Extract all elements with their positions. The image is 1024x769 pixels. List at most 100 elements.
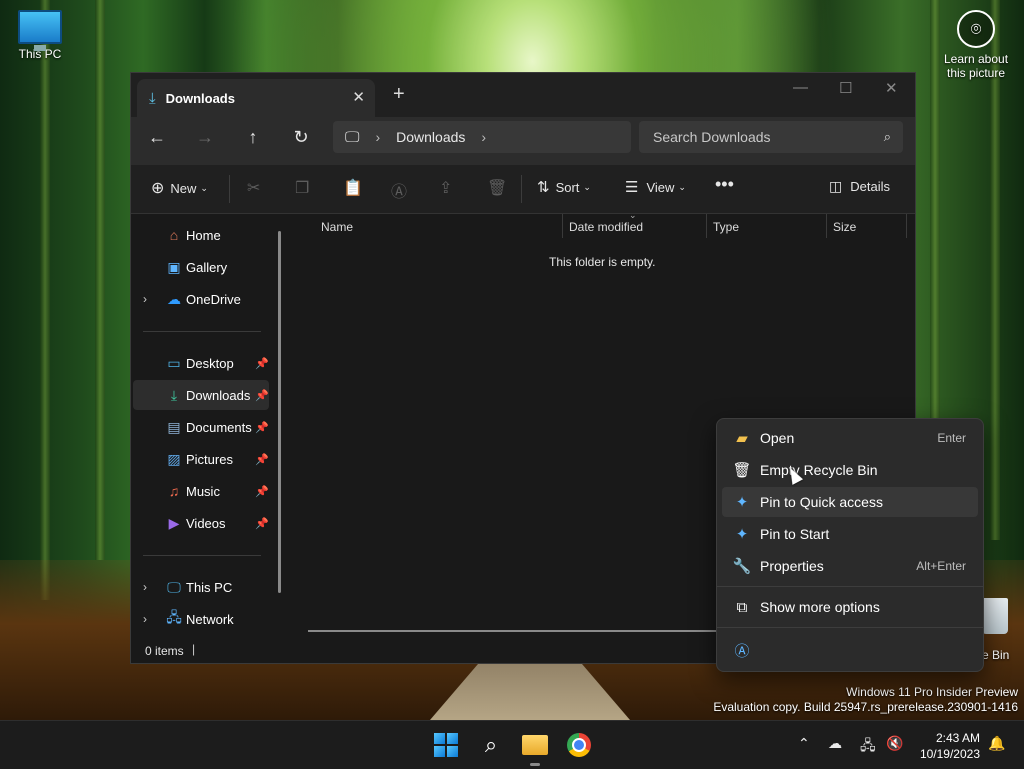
- breadcrumb-chevron-icon[interactable]: ›: [481, 129, 486, 145]
- clock[interactable]: 2:43 AM 10/19/2023: [918, 730, 980, 762]
- pin-icon[interactable]: 📌: [255, 357, 269, 370]
- back-button[interactable]: ←: [145, 127, 169, 148]
- desktop-learn-about-picture[interactable]: ⌾ Learn about this picture: [936, 10, 1016, 80]
- more-options-icon[interactable]: •••: [715, 174, 734, 195]
- start-button[interactable]: [430, 729, 462, 761]
- sidebar-item-label: Network: [186, 611, 234, 627]
- sidebar-item-this-pc[interactable]: › 🖵 This PC: [133, 572, 269, 602]
- search-button[interactable]: ⌕: [475, 729, 507, 761]
- sidebar-item-desktop[interactable]: ▭ Desktop 📌: [133, 348, 269, 378]
- menu-rename-button[interactable]: Ⓐ: [722, 635, 758, 665]
- menu-item-pin-to-start[interactable]: ✦ Pin to Start: [722, 519, 978, 549]
- copy-icon[interactable]: ❐: [295, 178, 309, 198]
- sidebar-item-downloads[interactable]: ⤓ Downloads 📌: [133, 380, 269, 410]
- navigation-bar: ← → ↑ ↻ 🖵 › Downloads › Search Downloads…: [131, 117, 915, 165]
- menu-item-label: Properties: [760, 558, 824, 574]
- chevron-right-icon[interactable]: ›: [143, 612, 147, 626]
- more-options-icon: ⧉: [736, 598, 748, 616]
- clock-date: 10/19/2023: [919, 747, 980, 761]
- sidebar-item-gallery[interactable]: ▣ Gallery: [133, 252, 269, 282]
- column-divider[interactable]: [826, 214, 827, 238]
- column-divider[interactable]: [906, 214, 907, 238]
- column-divider[interactable]: [706, 214, 707, 238]
- horizontal-scrollbar[interactable]: [308, 630, 728, 632]
- menu-item-show-more-options[interactable]: ⧉ Show more options: [722, 592, 978, 622]
- minimize-button[interactable]: —: [793, 79, 808, 96]
- volume-icon[interactable]: 🔇: [886, 735, 903, 752]
- pin-icon: ✦: [735, 494, 749, 511]
- menu-item-label: Show more options: [760, 599, 880, 615]
- file-explorer-taskbar-button[interactable]: [519, 729, 551, 761]
- sidebar-item-pictures[interactable]: ▨ Pictures 📌: [133, 444, 269, 474]
- desktop-this-pc[interactable]: This PC: [14, 10, 66, 61]
- forward-button[interactable]: →: [193, 127, 217, 148]
- divider: [143, 555, 261, 556]
- details-button[interactable]: ◫ Details: [829, 178, 890, 195]
- rename-icon[interactable]: Ⓐ: [391, 178, 407, 202]
- chevron-right-icon[interactable]: ›: [143, 580, 147, 594]
- menu-item-open[interactable]: ▰ Open Enter: [722, 423, 978, 453]
- view-button[interactable]: ☰ View ⌄: [625, 178, 686, 196]
- bamboo-stalk: [40, 0, 50, 600]
- sidebar-item-label: This PC: [186, 579, 233, 595]
- onedrive-icon[interactable]: ☁: [828, 735, 842, 752]
- sort-button[interactable]: ⇅ Sort ⌄: [537, 178, 591, 196]
- sidebar-item-label: Gallery: [186, 259, 228, 275]
- sidebar-item-music[interactable]: ♫ Music 📌: [133, 476, 269, 506]
- sidebar-item-home[interactable]: ⌂ Home: [133, 220, 269, 250]
- refresh-button[interactable]: ↻: [289, 127, 313, 148]
- menu-item-properties[interactable]: 🔧 Properties Alt+Enter: [722, 551, 978, 581]
- pin-icon[interactable]: 📌: [255, 453, 269, 466]
- chrome-icon: [567, 733, 591, 757]
- paste-icon[interactable]: 📋: [343, 178, 363, 198]
- windows-watermark: Windows 11 Pro Insider Preview Evaluatio…: [713, 685, 1018, 715]
- menu-item-pin-to-quick-access[interactable]: ✦ Pin to Quick access: [722, 487, 978, 517]
- breadcrumb-chevron-icon[interactable]: ›: [375, 129, 380, 145]
- column-header-date-modified[interactable]: Date modified: [569, 220, 643, 234]
- menu-item-shortcut: Enter: [937, 431, 966, 445]
- column-header-size[interactable]: Size: [833, 220, 856, 234]
- network-icon[interactable]: 🖧: [860, 735, 876, 759]
- sidebar-item-network[interactable]: › 🖧 Network: [133, 604, 269, 634]
- address-bar[interactable]: 🖵 › Downloads ›: [333, 121, 631, 153]
- share-icon[interactable]: ⇪: [439, 178, 452, 198]
- sidebar-item-onedrive[interactable]: › ☁ OneDrive: [133, 284, 269, 314]
- chrome-taskbar-button[interactable]: [563, 729, 595, 761]
- menu-item-label: Open: [760, 430, 795, 446]
- sidebar-item-videos[interactable]: ▶ Videos 📌: [133, 508, 269, 538]
- show-hidden-icons-chevron-icon[interactable]: ⌃: [798, 735, 810, 752]
- maximize-button[interactable]: ☐: [839, 79, 852, 97]
- column-divider[interactable]: [562, 214, 563, 238]
- item-count: 0 items: [145, 644, 184, 658]
- delete-icon[interactable]: 🗑: [487, 178, 507, 198]
- new-tab-button[interactable]: +: [393, 83, 405, 106]
- pin-icon[interactable]: 📌: [255, 421, 269, 434]
- column-header-type[interactable]: Type: [713, 220, 739, 234]
- sidebar-scrollbar[interactable]: [278, 231, 281, 593]
- close-tab-icon[interactable]: ✕: [352, 88, 365, 106]
- pictures-icon: ▨: [167, 450, 181, 467]
- search-input[interactable]: Search Downloads ⌕: [639, 121, 903, 153]
- up-button[interactable]: ↑: [241, 127, 265, 148]
- computer-icon: 🖵: [167, 578, 181, 595]
- pin-icon[interactable]: 📌: [255, 517, 269, 530]
- music-icon: ♫: [168, 483, 180, 499]
- close-window-button[interactable]: ✕: [885, 79, 898, 97]
- trash-icon: 🗑: [732, 462, 752, 479]
- search-icon: ⌕: [484, 732, 498, 757]
- tab-downloads[interactable]: ⤓ Downloads ✕: [137, 79, 375, 117]
- notification-bell-icon[interactable]: 🔔: [988, 735, 1005, 752]
- cut-icon[interactable]: ✂: [247, 178, 260, 198]
- taskbar: ⌕ ⌃ ☁ 🖧 🔇 2:43 AM 10/19/2023 🔔: [0, 720, 1024, 769]
- pin-icon[interactable]: 📌: [255, 485, 269, 498]
- sidebar-item-label: Home: [186, 227, 221, 243]
- clock-time: 2:43 AM: [935, 731, 980, 745]
- tab-title: Downloads: [165, 90, 235, 106]
- new-button[interactable]: ⊕ New ⌄: [151, 178, 208, 198]
- breadcrumb-downloads[interactable]: Downloads: [396, 129, 465, 145]
- sidebar-item-documents[interactable]: ▤ Documents 📌: [133, 412, 269, 442]
- column-header-name[interactable]: Name: [321, 220, 353, 234]
- pin-icon[interactable]: 📌: [255, 389, 269, 402]
- menu-item-empty-recycle-bin[interactable]: 🗑 Empty Recycle Bin: [722, 455, 978, 485]
- chevron-right-icon[interactable]: ›: [143, 292, 147, 306]
